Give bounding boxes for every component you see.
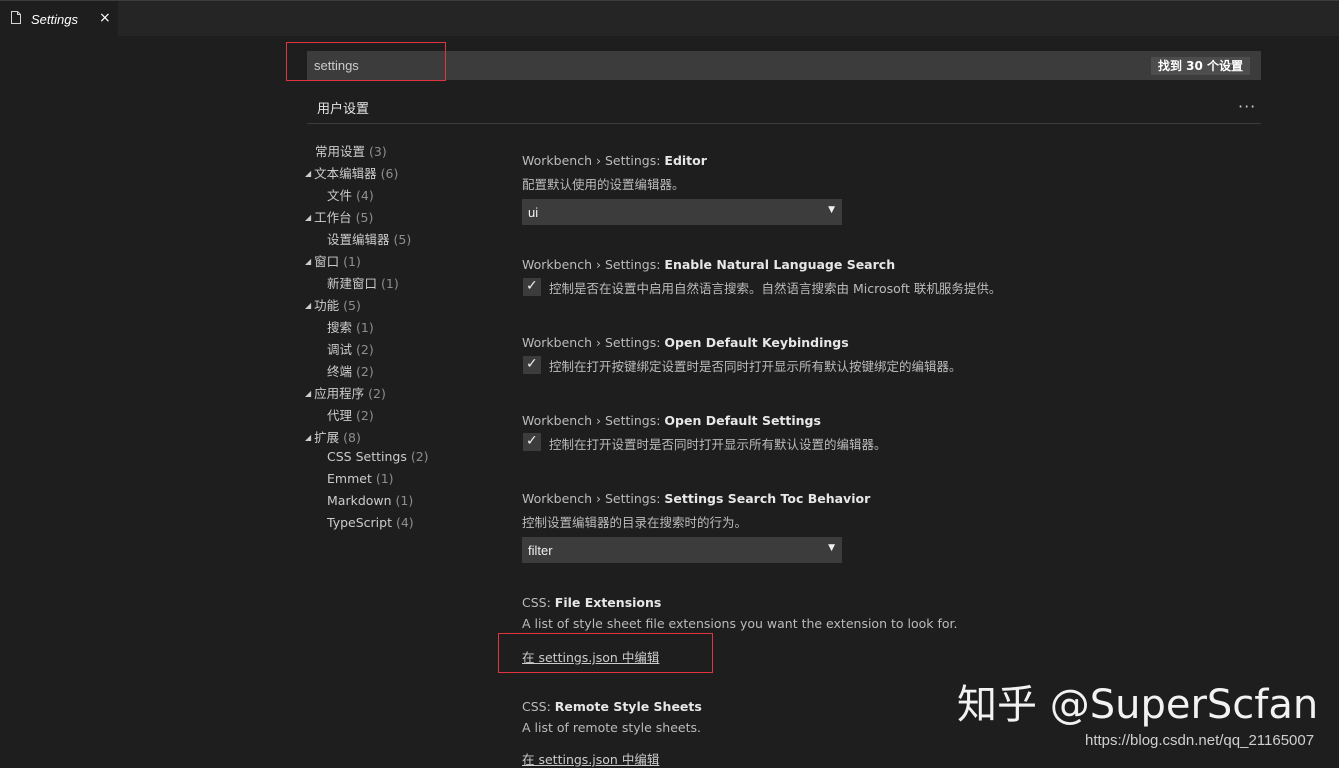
setting-description: A list of remote style sheets. (522, 720, 701, 735)
toc-item-debug[interactable]: 调试 (2) (327, 339, 374, 358)
toc-item-search[interactable]: 搜索 (1) (327, 317, 374, 336)
file-icon (11, 11, 21, 24)
expand-triangle-icon[interactable]: ◢ (305, 169, 311, 178)
edit-in-settings-json-link[interactable]: 在 settings.json 中编辑 (522, 749, 659, 768)
toc-item-text-editor[interactable]: ◢ 文本编辑器 (6) (305, 163, 398, 182)
tab-bar: Settings × (0, 0, 1339, 37)
setting-title: Workbench › Settings: Open Default Keybi… (522, 335, 849, 350)
toc-item-terminal[interactable]: 终端 (2) (327, 361, 374, 380)
open-default-keybindings-checkbox[interactable]: ✓ (523, 356, 541, 374)
toc-item-application[interactable]: ◢ 应用程序 (2) (305, 383, 386, 402)
setting-description: 配置默认使用的设置编辑器。 (522, 177, 685, 192)
chevron-down-icon: ▼ (828, 205, 835, 215)
tab-settings[interactable]: Settings × (0, 1, 118, 37)
setting-title: Workbench › Settings: Open Default Setti… (522, 413, 821, 428)
toc-behavior-dropdown[interactable]: filter ▼ (522, 537, 842, 563)
toc-item-extensions[interactable]: ◢ 扩展 (8) (305, 427, 361, 446)
watermark-url: https://blog.csdn.net/qq_21165007 (1085, 732, 1315, 749)
expand-triangle-icon[interactable]: ◢ (305, 389, 311, 398)
expand-triangle-icon[interactable]: ◢ (305, 257, 311, 266)
dropdown-value: filter (528, 543, 553, 558)
result-count-badge: 找到 30 个设置 (1150, 57, 1250, 75)
user-settings-tab[interactable]: 用户设置 (317, 98, 369, 117)
toc-item-css-settings[interactable]: CSS Settings (2) (327, 449, 429, 464)
more-actions-icon[interactable]: ··· (1238, 97, 1256, 116)
setting-title: Workbench › Settings: Settings Search To… (522, 491, 871, 506)
search-bar: 找到 30 个设置 (307, 51, 1261, 80)
watermark-text: 知乎 @SuperScfan (957, 682, 1319, 728)
toc-item-typescript[interactable]: TypeScript (4) (327, 515, 414, 530)
open-default-settings-checkbox[interactable]: ✓ (523, 433, 541, 451)
setting-description: 控制在打开设置时是否同时打开显示所有默认设置的编辑器。 (549, 437, 887, 452)
check-icon: ✓ (526, 356, 538, 372)
search-highlight-box (286, 42, 446, 81)
expand-triangle-icon[interactable]: ◢ (305, 213, 311, 222)
toc-item-features[interactable]: ◢ 功能 (5) (305, 295, 361, 314)
link-highlight-box (498, 633, 713, 673)
natural-language-search-checkbox[interactable]: ✓ (523, 278, 541, 296)
setting-description: A list of style sheet file extensions yo… (522, 616, 958, 631)
setting-title: Workbench › Settings: Editor (522, 153, 707, 168)
toc-item-emmet[interactable]: Emmet (1) (327, 471, 394, 486)
toc-item-common[interactable]: 常用设置 (3) (315, 141, 387, 160)
dropdown-value: ui (528, 205, 539, 220)
expand-triangle-icon[interactable]: ◢ (305, 301, 311, 310)
tab-title: Settings (31, 12, 78, 27)
toc-item-markdown[interactable]: Markdown (1) (327, 493, 413, 508)
editor-dropdown[interactable]: ui ▼ (522, 199, 842, 225)
setting-description: 控制是否在设置中启用自然语言搜索。自然语言搜索由 Microsoft 联机服务提… (549, 281, 1002, 296)
close-icon[interactable]: × (99, 10, 111, 26)
check-icon: ✓ (526, 278, 538, 294)
setting-title: Workbench › Settings: Enable Natural Lan… (522, 257, 896, 272)
chevron-down-icon: ▼ (828, 543, 835, 553)
toc-item-settings-editor[interactable]: 设置编辑器 (5) (327, 229, 411, 248)
toc-item-window[interactable]: ◢ 窗口 (1) (305, 251, 361, 270)
check-icon: ✓ (526, 433, 538, 449)
setting-description: 控制在打开按键绑定设置时是否同时打开显示所有默认按键绑定的编辑器。 (549, 359, 962, 374)
toc-item-files[interactable]: 文件 (4) (327, 185, 374, 204)
toc-item-proxy[interactable]: 代理 (2) (327, 405, 374, 424)
setting-title: CSS: File Extensions (522, 595, 662, 610)
toc-item-new-window[interactable]: 新建窗口 (1) (327, 273, 399, 292)
setting-description: 控制设置编辑器的目录在搜索时的行为。 (522, 515, 748, 530)
setting-title: CSS: Remote Style Sheets (522, 699, 702, 714)
toc-item-workbench[interactable]: ◢ 工作台 (5) (305, 207, 373, 226)
expand-triangle-icon[interactable]: ◢ (305, 433, 311, 442)
divider (307, 123, 1261, 124)
